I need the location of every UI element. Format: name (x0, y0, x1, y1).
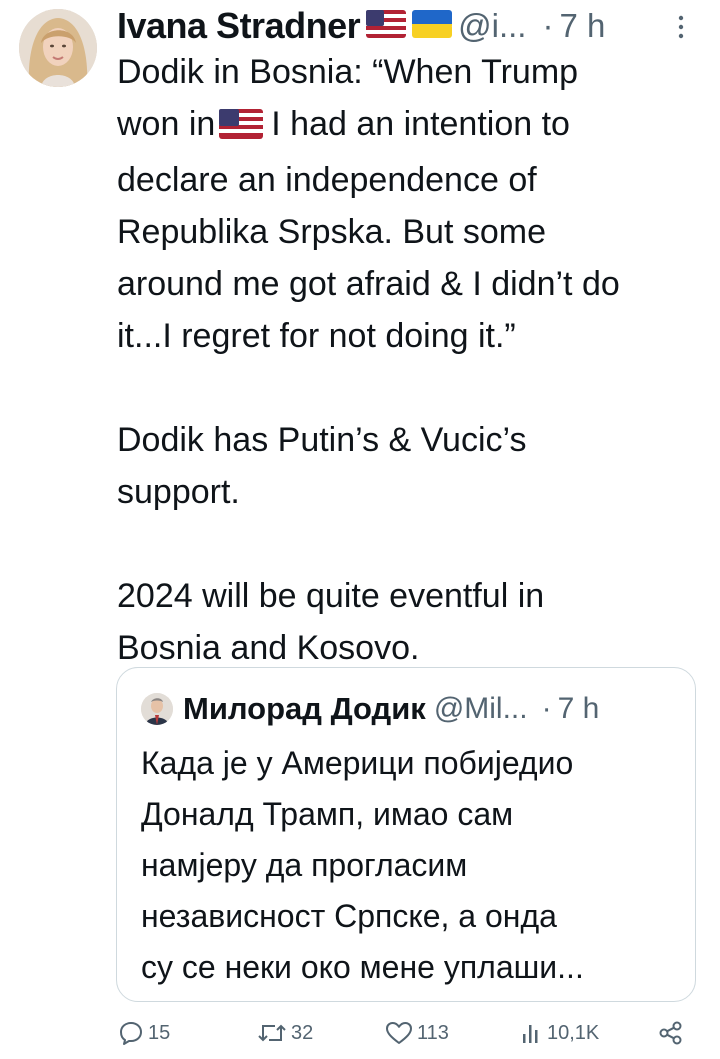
separator-dot: · (542, 7, 554, 44)
repost-count: 32 (291, 1021, 314, 1044)
tweet-line: declare an independence of (117, 161, 537, 199)
us-flag-icon (219, 102, 264, 154)
reply-count: 15 (148, 1021, 171, 1044)
quoted-tweet-text: Када је у Америци побиједио Доналд Трамп… (141, 738, 681, 993)
tweet-line: around me got afraid & I didn’t do (117, 265, 620, 303)
author-name[interactable]: Ivana Stradner (117, 4, 361, 48)
tweet-text: Dodik in Bosnia: “When Trump won in I had… (117, 46, 707, 674)
tweet-line: Dodik in Bosnia: “When Trump (117, 53, 579, 91)
tweet-line: Republika Srpska. But some (117, 213, 546, 251)
views-icon (521, 1020, 543, 1046)
quoted-author-avatar[interactable] (141, 693, 173, 725)
author-handle[interactable]: @i... (458, 4, 526, 48)
tweet-line: 2024 will be quite eventful in (117, 577, 545, 615)
ukraine-flag-icon (412, 4, 453, 48)
views-button[interactable]: 10,1K (521, 1020, 599, 1046)
views-count: 10,1K (547, 1021, 600, 1044)
separator-dot: · (541, 692, 552, 725)
tweet-line: support. (117, 473, 240, 511)
quoted-tweet-time[interactable]: 7 h (558, 692, 600, 726)
quoted-tweet-line: Када је у Америци побиједио (141, 745, 574, 781)
quoted-tweet[interactable]: Милорад Додик @Mil... · 7 h Када је у Ам… (116, 667, 696, 1002)
author-avatar[interactable] (19, 9, 97, 87)
share-icon (658, 1020, 684, 1046)
quoted-tweet-line: намјеру да прогласим (141, 847, 468, 883)
quoted-author-handle[interactable]: @Mil... (434, 692, 528, 726)
tweet-line: Dodik has Putin’s & Vucic’s (117, 421, 527, 459)
repost-button[interactable]: 32 (257, 1020, 313, 1046)
heart-icon (385, 1020, 413, 1046)
us-flag-icon (366, 4, 407, 48)
tweet-time[interactable]: 7 h (559, 4, 605, 48)
like-button[interactable]: 113 (385, 1020, 449, 1046)
reply-button[interactable]: 15 (118, 1020, 170, 1046)
like-count: 113 (417, 1021, 449, 1044)
repost-icon (257, 1020, 287, 1046)
quoted-author-name[interactable]: Милорад Додик (183, 691, 426, 727)
tweet-line: it...I regret for not doing it.” (117, 317, 516, 355)
quoted-tweet-line: Доналд Трамп, имао сам (141, 796, 514, 832)
action-bar: 15 32 113 10,1K (0, 1012, 720, 1058)
quoted-tweet-line: независност Српске, а онда (141, 898, 557, 934)
tweet-header: Ivana Stradner @i... · 7 h (117, 4, 605, 48)
more-options-icon[interactable] (676, 14, 686, 40)
quoted-tweet-line: су се неки око мене уплаши... (141, 949, 584, 985)
share-button[interactable] (658, 1020, 684, 1046)
tweet-line: won in I had an intention to (117, 98, 707, 154)
quoted-tweet-header: Милорад Додик @Mil... · 7 h (141, 689, 599, 729)
reply-icon (118, 1020, 144, 1046)
